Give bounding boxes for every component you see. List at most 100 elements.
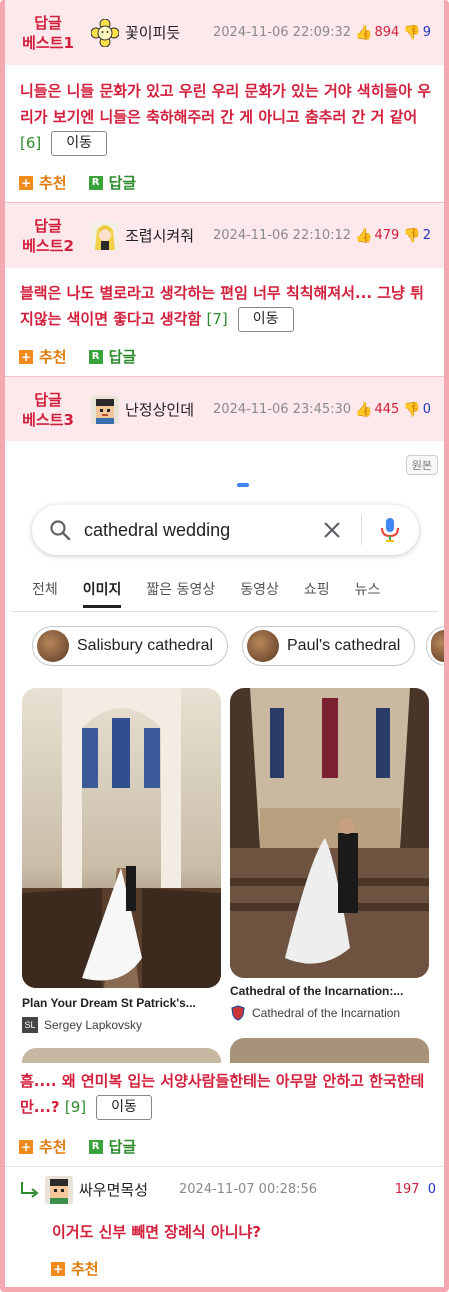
attached-image[interactable]: 원본 cathedral wedding 전체 이미지 짧은 동영상 동영상 쇼…: [5, 441, 444, 1063]
dislike-count: 0: [422, 402, 432, 417]
reply-count: [6]: [20, 134, 42, 152]
result-source-1: SL Sergey Lapkovsky: [22, 1017, 142, 1033]
reply-icon: R: [88, 349, 103, 364]
source-logo-icon: SL: [22, 1017, 38, 1033]
chip-salisbury[interactable]: Salisbury cathedral: [32, 626, 229, 666]
nickname[interactable]: 꽃이피듯: [125, 22, 213, 43]
google-search-bar[interactable]: cathedral wedding: [32, 505, 419, 555]
plus-icon: +: [19, 1139, 33, 1154]
recommend-button[interactable]: 추천: [39, 1136, 67, 1157]
sub-reply-actions: + 추천: [51, 1258, 121, 1279]
result-image-4[interactable]: [230, 1038, 429, 1063]
result-title-1[interactable]: Plan Your Dream St Patrick's...: [22, 996, 196, 1010]
best-comment-header-3: 답글 베스트3 난정상인데 2024-11-06 23:45:30 👍 445 👎 0: [5, 377, 444, 442]
result-image-3[interactable]: [22, 1048, 221, 1063]
nickname[interactable]: 난정상인데: [125, 399, 213, 420]
chip-more[interactable]: [426, 626, 444, 666]
reply-icon: R: [88, 175, 103, 190]
thumbs-down-icon[interactable]: 👎: [403, 25, 420, 41]
result-title-2[interactable]: Cathedral of the Incarnation:...: [230, 984, 403, 998]
reply-count: [7]: [206, 310, 228, 328]
close-icon[interactable]: [322, 520, 342, 540]
best-label: 답글 베스트1: [22, 13, 74, 52]
dislike-count: 9: [422, 25, 432, 40]
dislike-count: 0: [427, 1182, 436, 1197]
timestamp: 2024-11-07 00:28:56: [179, 1182, 318, 1197]
chip-thumbnail: [431, 630, 444, 662]
microphone-icon[interactable]: [380, 517, 400, 543]
chip-thumbnail: [37, 630, 69, 662]
comment-text: 흠.... 왜 연미복 입는 서양사람들한테는 아무말 안하고 한국한테만...…: [20, 1068, 435, 1120]
recommend-button[interactable]: 추천: [39, 346, 67, 367]
pixel-man-avatar-icon: [91, 395, 119, 424]
nickname[interactable]: 조렵시켜줘: [125, 225, 213, 246]
thumbs-down-icon[interactable]: 👎: [403, 402, 420, 418]
reply-button[interactable]: 답글: [109, 1136, 137, 1157]
comment-actions: + 추천 R 답글: [19, 1136, 136, 1157]
anime-girl-avatar-icon: [91, 221, 119, 250]
thumbs-up-icon[interactable]: 👍: [355, 402, 372, 418]
best-label: 답글 베스트2: [22, 216, 74, 255]
comment-actions: + 추천 R 답글: [19, 346, 136, 367]
result-source-2: Cathedral of the Incarnation: [230, 1005, 400, 1021]
like-count: 479: [374, 228, 400, 243]
vote-counts: 👍 479 👎 2: [355, 228, 431, 244]
thumbs-down-icon[interactable]: 👎: [403, 228, 420, 244]
loading-indicator: [237, 483, 249, 487]
like-count: 445: [374, 402, 400, 417]
result-image-2[interactable]: [230, 688, 429, 978]
cathedral-aisle-photo: [22, 688, 221, 988]
flower-avatar-icon: [91, 18, 119, 47]
tab-videos[interactable]: 동영상: [240, 579, 279, 608]
vote-counts: 197 0: [395, 1182, 436, 1197]
search-icon: [50, 520, 71, 541]
pixel-man-avatar-icon: [45, 1175, 73, 1204]
move-button[interactable]: 이동: [96, 1095, 152, 1120]
nickname[interactable]: 싸우면목성: [79, 1179, 179, 1200]
tab-images[interactable]: 이미지: [82, 579, 122, 608]
tab-shorts[interactable]: 짧은 동영상: [146, 579, 215, 608]
result-image-1[interactable]: [22, 688, 221, 988]
move-button[interactable]: 이동: [237, 307, 294, 332]
tab-news[interactable]: 뉴스: [355, 579, 381, 608]
recommend-button[interactable]: 추천: [39, 172, 67, 193]
shield-icon: [231, 1005, 245, 1021]
google-tabs: 전체 이미지 짧은 동영상 동영상 쇼핑 뉴스: [32, 579, 405, 608]
thumbs-up-icon[interactable]: 👍: [355, 228, 372, 244]
tabs-divider: [13, 611, 438, 612]
like-count: 894: [374, 25, 400, 40]
original-image-button[interactable]: 원본: [405, 455, 438, 475]
chip-pauls[interactable]: Paul's cathedral: [242, 626, 416, 666]
search-query[interactable]: cathedral wedding: [84, 520, 230, 541]
sub-reply-header: 싸우면목성 2024-11-07 00:28:56 197 0: [5, 1167, 444, 1212]
plus-icon: +: [51, 1261, 65, 1276]
cathedral-altar-photo: [230, 688, 429, 978]
best-comment-header-2: 답글 베스트2 조렵시켜줘 2024-11-06 22:10:12 👍 479 👎 2: [5, 203, 444, 268]
thumbs-up-icon[interactable]: 👍: [355, 25, 372, 41]
reply-button[interactable]: 답글: [109, 172, 137, 193]
vote-counts: 👍 445 👎 0: [355, 402, 431, 418]
reply-icon: R: [88, 1139, 103, 1154]
move-button[interactable]: 이동: [51, 131, 108, 156]
comment-text: 니들은 니들 문화가 있고 우린 우리 문화가 있는 거야 색히들아 우리가 보…: [20, 78, 435, 156]
tab-shopping[interactable]: 쇼핑: [304, 579, 330, 608]
recommend-button[interactable]: 추천: [71, 1258, 99, 1279]
plus-icon: +: [19, 349, 33, 364]
comment-actions: + 추천 R 답글: [19, 172, 136, 193]
best-comment-header-1: 답글 베스트1 꽃이피듯 2024-11-06 22:09:32 👍 894 👎 9: [5, 0, 444, 65]
vote-counts: 👍 894 👎 9: [355, 25, 431, 41]
timestamp: 2024-11-06 22:09:32: [213, 25, 352, 40]
best-label: 답글 베스트3: [22, 390, 74, 429]
timestamp: 2024-11-06 22:10:12: [213, 228, 352, 243]
plus-icon: +: [19, 175, 33, 190]
chip-thumbnail: [247, 630, 279, 662]
reply-arrow-icon: [21, 1181, 39, 1198]
search-divider: [361, 515, 362, 545]
reply-count: [9]: [64, 1098, 87, 1116]
tab-all[interactable]: 전체: [32, 579, 58, 608]
like-count: 197: [394, 1182, 420, 1197]
reply-button[interactable]: 답글: [109, 346, 137, 367]
timestamp: 2024-11-06 23:45:30: [213, 402, 352, 417]
comment-text: 블랙은 나도 별로라고 생각하는 편임 너무 칙칙해져서... 그냥 튀지않는 …: [20, 280, 435, 332]
sub-reply-text: 이거도 신부 빼면 장례식 아니냐?: [52, 1223, 261, 1241]
